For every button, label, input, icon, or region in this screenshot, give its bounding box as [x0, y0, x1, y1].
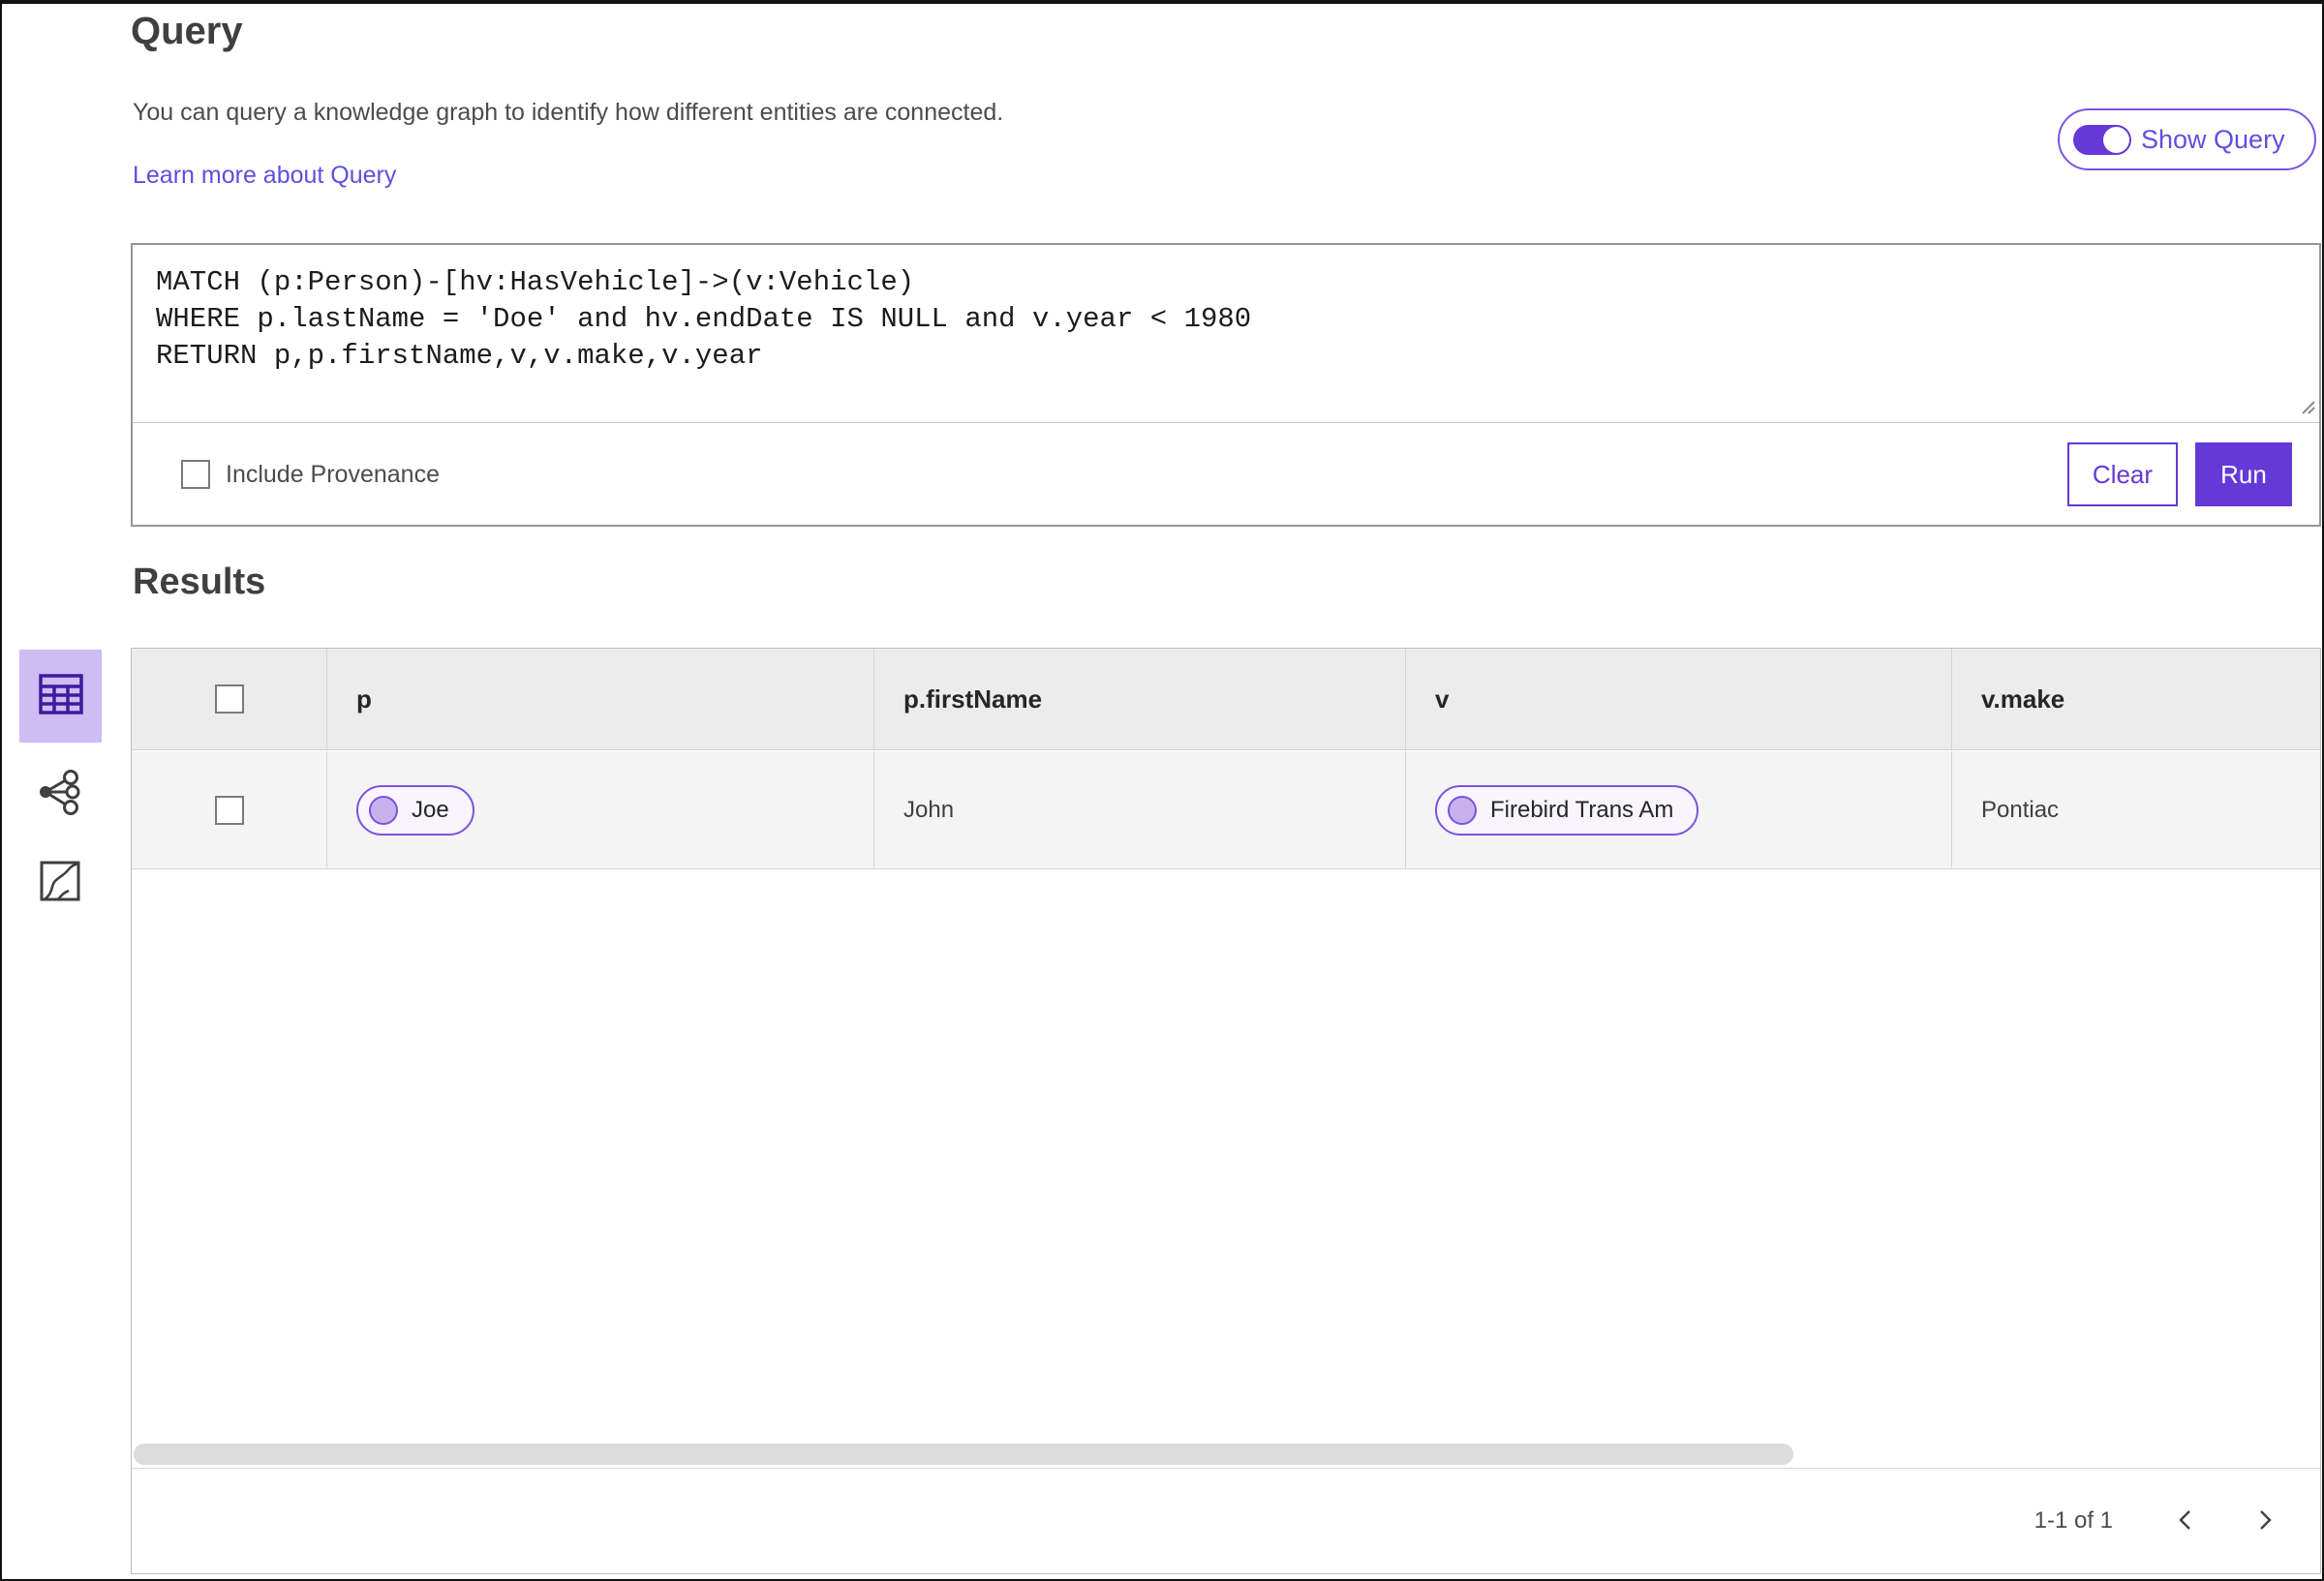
column-label-p: p [356, 684, 372, 714]
include-provenance-label: Include Provenance [226, 460, 440, 488]
table-row: Joe John Firebird Trans Am Pontiac [132, 751, 2320, 869]
column-label-v-make: v.make [1981, 684, 2065, 714]
query-editor-toolbar: Include Provenance Clear Run [133, 424, 2319, 525]
header-cell-select [132, 649, 327, 749]
results-title: Results [133, 562, 266, 602]
entity-node-icon [369, 795, 398, 825]
clear-button[interactable]: Clear [2067, 442, 2178, 506]
link-chart-view-icon [34, 768, 82, 821]
select-all-checkbox[interactable] [214, 684, 244, 714]
page-title: Query [131, 10, 243, 52]
toggle-switch-icon[interactable] [2073, 124, 2131, 155]
row-checkbox[interactable] [214, 795, 244, 825]
results-table: p p.firstName v v.make Joe John Firebird… [131, 648, 2321, 1574]
query-editor-card: MATCH (p:Person)-[hv:HasVehicle]->(v:Veh… [131, 243, 2321, 527]
row-cell-p: Joe [327, 751, 874, 868]
pagination-range: 1-1 of 1 [2034, 1507, 2113, 1534]
view-switcher-link-chart[interactable] [33, 769, 83, 819]
row-cell-select [132, 751, 327, 868]
column-label-v: v [1435, 684, 1450, 714]
header-cell-p: p [327, 649, 874, 749]
chevron-right-icon [2252, 1506, 2278, 1536]
entity-pill-vehicle[interactable]: Firebird Trans Am [1435, 784, 1699, 836]
row-cell-v: Firebird Trans Am [1406, 751, 1952, 868]
table-header-row: p p.firstName v v.make [132, 649, 2320, 750]
entity-pill-person[interactable]: Joe [356, 784, 474, 836]
entity-pill-label: Joe [412, 796, 449, 823]
header-cell-v: v [1406, 649, 1952, 749]
chevron-left-icon [2173, 1506, 2198, 1536]
resize-handle-icon[interactable] [2299, 398, 2316, 420]
pagination-prev-button[interactable] [2173, 1506, 2198, 1536]
entity-node-icon [1448, 795, 1477, 825]
run-button[interactable]: Run [2195, 442, 2292, 506]
row-cell-v-make: Pontiac [1952, 751, 2320, 868]
cell-value-v-make: Pontiac [1981, 796, 2060, 823]
column-label-p-firstname: p.firstName [903, 684, 1043, 714]
header-cell-v-make: v.make [1952, 649, 2320, 749]
view-switcher-map[interactable] [37, 860, 83, 906]
header-cell-p-firstname: p.firstName [874, 649, 1406, 749]
show-query-label: Show Query [2141, 124, 2285, 154]
entity-pill-label: Firebird Trans Am [1490, 796, 1674, 823]
row-cell-p-firstname: John [874, 751, 1406, 868]
cell-value-p-firstname: John [903, 796, 955, 823]
toggle-knob [2103, 126, 2129, 153]
page-description: You can query a knowledge graph to ident… [133, 99, 1004, 126]
table-footer: 1-1 of 1 [132, 1468, 2320, 1573]
table-view-icon [38, 673, 84, 720]
show-query-toggle[interactable]: Show Query [2058, 108, 2316, 170]
query-page: Query You can query a knowledge graph to… [0, 0, 2324, 1581]
view-switcher-table[interactable] [19, 650, 102, 743]
pagination-next-button[interactable] [2252, 1506, 2278, 1536]
horizontal-scrollbar[interactable] [134, 1444, 1793, 1465]
map-view-icon [39, 860, 81, 907]
include-provenance-checkbox[interactable] [181, 460, 210, 489]
learn-more-link[interactable]: Learn more about Query [133, 162, 396, 190]
query-code-textarea[interactable]: MATCH (p:Person)-[hv:HasVehicle]->(v:Veh… [133, 245, 2319, 423]
